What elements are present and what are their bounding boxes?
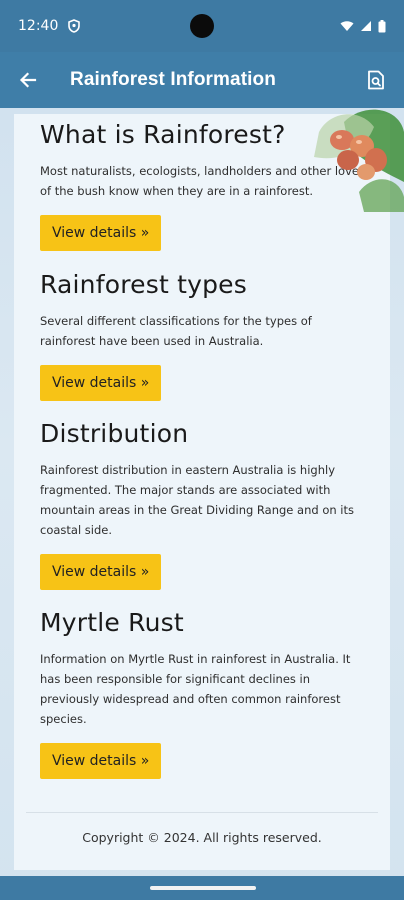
camera-cutout <box>190 14 214 38</box>
status-time: 12:40 <box>18 18 59 34</box>
view-details-button[interactable]: View details » <box>40 743 162 779</box>
battery-icon <box>378 19 386 32</box>
section-body: Information on Myrtle Rust in rainforest… <box>40 652 351 726</box>
berries-leaf-decoration <box>314 109 404 212</box>
section-title: Distribution <box>40 419 189 448</box>
section-myrtle-rust: Myrtle Rust Information on Myrtle Rust i… <box>40 608 370 779</box>
section-body: Several different classifications for th… <box>40 314 312 348</box>
view-details-button[interactable]: View details » <box>40 554 162 590</box>
section-distribution: Distribution Rainforest distribution in … <box>40 419 370 590</box>
arrow-left-icon <box>19 72 37 88</box>
app-bar: Rainforest Information <box>0 52 404 108</box>
content-card: What is Rainforest? Most naturalists, ec… <box>14 114 390 870</box>
view-details-button[interactable]: View details » <box>40 215 162 251</box>
section-title: Myrtle Rust <box>40 608 184 637</box>
navigation-bar <box>0 876 404 900</box>
app-title: Rainforest Information <box>70 69 276 90</box>
find-in-page-button[interactable] <box>348 52 404 108</box>
back-button[interactable] <box>0 52 56 108</box>
footer-divider <box>26 812 378 813</box>
home-gesture-handle[interactable] <box>150 886 256 890</box>
footer-copyright: Copyright © 2024. All rights reserved. <box>82 830 322 845</box>
section-rainforest-types: Rainforest types Several different class… <box>40 270 370 401</box>
shield-icon <box>68 19 81 33</box>
section-body: Rainforest distribution in eastern Austr… <box>40 463 355 537</box>
signal-icon <box>361 21 371 31</box>
find-in-page-icon <box>368 70 384 90</box>
status-bar: 12:40 <box>0 0 404 52</box>
view-details-button[interactable]: View details » <box>40 365 162 401</box>
wifi-icon <box>340 21 354 31</box>
section-title: Rainforest types <box>40 270 247 299</box>
